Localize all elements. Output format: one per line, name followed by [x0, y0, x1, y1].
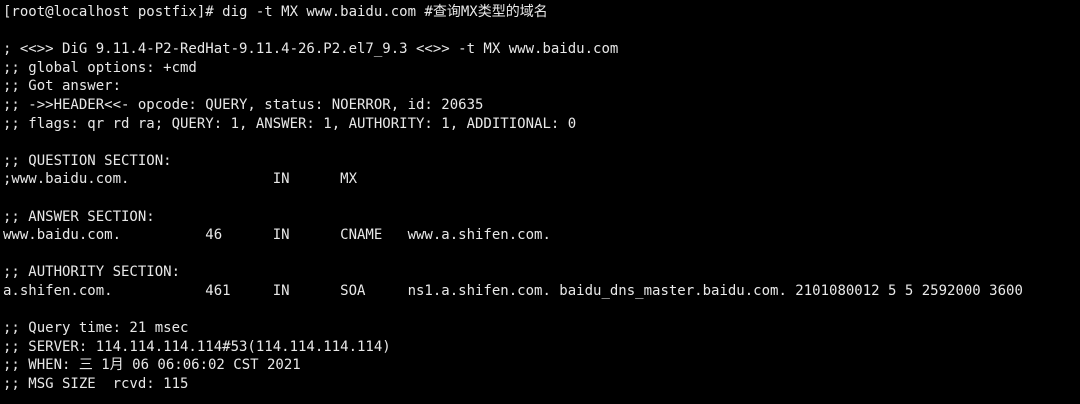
dig-version-line: ; <<>> DiG 9.11.4-P2-RedHat-9.11.4-26.P2… [3, 41, 619, 58]
question-section-heading: ;; QUESTION SECTION: [3, 152, 172, 169]
authority-record-line: a.shifen.com. 461 IN SOA ns1.a.shifen.co… [3, 283, 1023, 299]
command-prompt-line: [root@localhost postfix]# dig -t MX www.… [3, 4, 548, 20]
question-record-line: ;www.baidu.com. IN MX [3, 171, 358, 188]
server-line: ;; SERVER: 114.114.114.114#53(114.114.11… [3, 338, 391, 355]
header-line: ;; ->>HEADER<<- opcode: QUERY, status: N… [3, 97, 484, 113]
query-time-line: ;; Query time: 21 msec [3, 320, 189, 337]
terminal-window[interactable]: [root@localhost postfix]# dig -t MX www.… [0, 0, 1080, 404]
global-options-line: ;; global options: +cmd [3, 59, 197, 76]
msg-size-line: ;; MSG SIZE rcvd: 115 [3, 376, 189, 392]
when-line: ;; WHEN: 三 1月 06 06:06:02 CST 2021 [3, 357, 301, 374]
answer-record-line: www.baidu.com. 46 IN CNAME www.a.shifen.… [3, 227, 551, 244]
got-answer-line: ;; Got answer: [3, 78, 122, 95]
answer-section-heading: ;; ANSWER SECTION: [3, 208, 155, 225]
flags-line: ;; flags: qr rd ra; QUERY: 1, ANSWER: 1,… [3, 115, 577, 132]
authority-section-heading: ;; AUTHORITY SECTION: [3, 264, 181, 281]
